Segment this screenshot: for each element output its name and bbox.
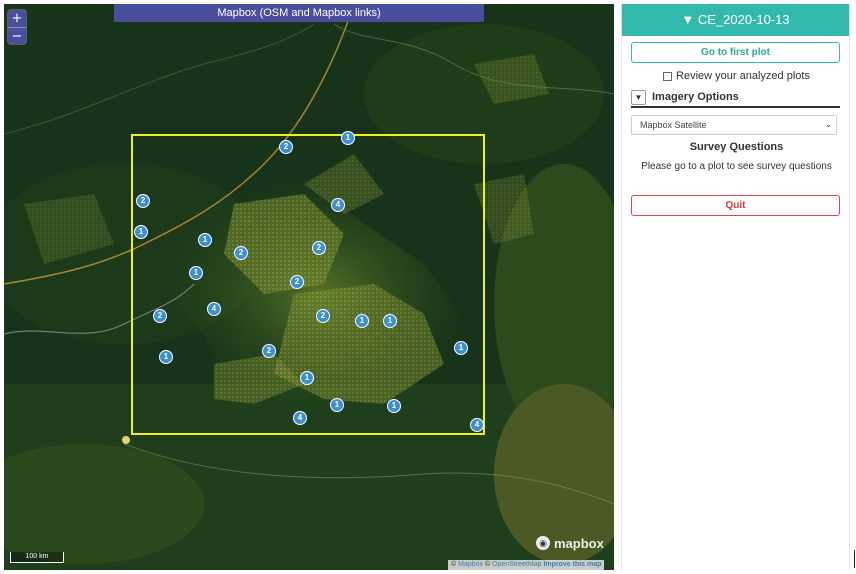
chevron-down-icon: ⌄ <box>825 120 832 129</box>
plot-cluster-marker[interactable]: 2 <box>312 241 326 255</box>
plot-cluster-marker[interactable]: 2 <box>153 309 167 323</box>
plot-cluster-marker[interactable]: 4 <box>207 302 221 316</box>
review-analyzed-label: Review your analyzed plots <box>676 70 810 82</box>
quit-button[interactable]: Quit <box>631 195 840 216</box>
plot-cluster-marker[interactable]: 1 <box>189 266 203 280</box>
plot-cluster-marker[interactable]: 2 <box>290 275 304 289</box>
plot-cluster-marker[interactable]: 4 <box>293 411 307 425</box>
plot-cluster-marker[interactable]: 1 <box>300 371 314 385</box>
plot-cluster-marker[interactable]: 1 <box>454 341 468 355</box>
plot-cluster-marker[interactable]: 2 <box>316 309 330 323</box>
survey-questions-message: Please go to a plot to see survey questi… <box>641 161 832 172</box>
plot-cluster-marker[interactable]: 1 <box>355 314 369 328</box>
scale-bar: 100 km <box>10 552 64 563</box>
plot-cluster-marker[interactable]: 1 <box>134 225 148 239</box>
mapbox-logo[interactable]: ◉ mapbox <box>536 534 604 552</box>
zoom-out-button[interactable]: − <box>8 27 26 44</box>
plot-cluster-marker[interactable]: 1 <box>159 350 173 364</box>
go-to-first-plot-button[interactable]: Go to first plot <box>631 42 840 63</box>
plot-cluster-marker[interactable]: 2 <box>136 194 150 208</box>
plot-cluster-marker[interactable]: 2 <box>234 246 248 260</box>
plot-cluster-marker[interactable]: 1 <box>387 399 401 413</box>
plot-cluster-marker[interactable]: 1 <box>330 398 344 412</box>
plot-cluster-marker[interactable]: 1 <box>341 131 355 145</box>
improve-map-link[interactable]: Improve this map <box>543 561 601 568</box>
mapbox-logo-icon: ◉ <box>536 536 550 550</box>
mapbox-attribution-link[interactable]: Mapbox <box>458 561 483 568</box>
osm-attribution-link[interactable]: OpenStreetMap <box>492 561 541 568</box>
imagery-select-value: Mapbox Satellite <box>640 120 707 130</box>
zoom-control: + − <box>8 10 26 44</box>
review-analyzed-checkbox[interactable] <box>663 71 673 81</box>
sidebar-panel: ▼ CE_2020-10-13 Go to first plot Review … <box>621 4 850 570</box>
review-analyzed-row: Review your analyzed plots <box>622 69 851 83</box>
survey-questions-title: Survey Questions <box>689 141 784 153</box>
imagery-layer-banner: Mapbox (OSM and Mapbox links) <box>114 4 484 22</box>
imagery-select[interactable]: Mapbox Satellite ⌄ <box>631 115 837 135</box>
window-edge-divider <box>854 550 855 568</box>
project-boundary-box <box>131 134 485 435</box>
imagery-options-header: ▼ Imagery Options <box>631 88 840 108</box>
imagery-options-toggle[interactable]: ▼ <box>631 89 646 105</box>
plot-cluster-marker[interactable]: 4 <box>470 418 484 432</box>
zoom-in-button[interactable]: + <box>8 10 26 27</box>
plot-cluster-marker[interactable]: 2 <box>279 140 293 154</box>
project-title-header[interactable]: ▼ CE_2020-10-13 <box>622 4 849 36</box>
plot-cluster-marker[interactable]: 4 <box>331 198 345 212</box>
mapbox-logo-text: mapbox <box>554 535 604 551</box>
imagery-options-label: Imagery Options <box>652 91 739 103</box>
plot-cluster-marker[interactable]: 1 <box>198 233 212 247</box>
plot-cluster-marker[interactable]: 2 <box>262 344 276 358</box>
map-view[interactable]: Mapbox (OSM and Mapbox links) + − 1 2 2 … <box>4 4 614 570</box>
map-attribution: © Mapbox © OpenStreetMap Improve this ma… <box>448 560 605 570</box>
plot-cluster-marker[interactable]: 1 <box>383 314 397 328</box>
